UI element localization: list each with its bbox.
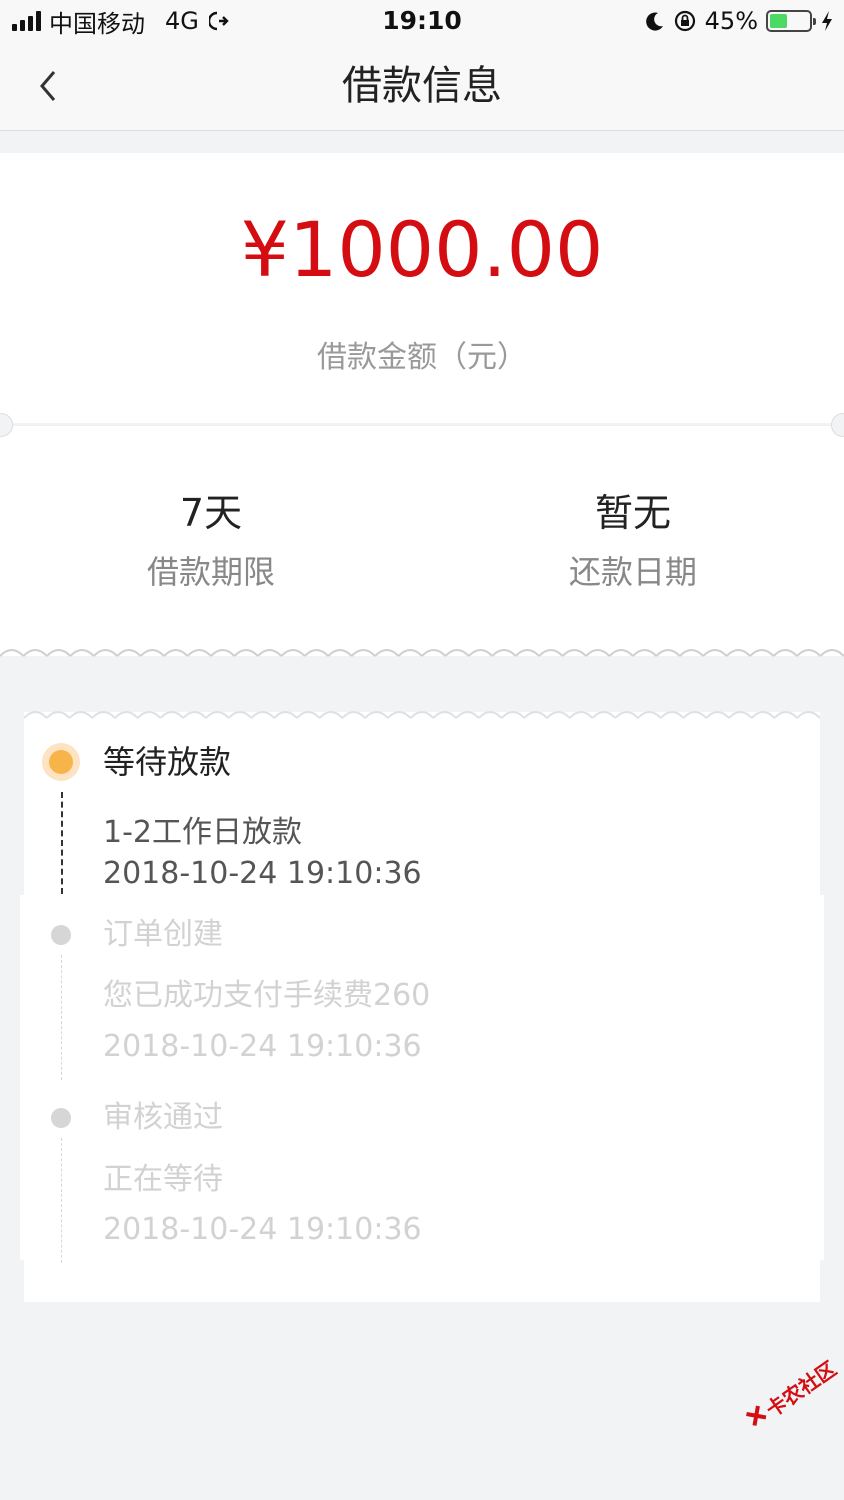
status-bar: 中国移动 4G 19:10 45% — [0, 0, 844, 44]
timeline-dot — [51, 1108, 71, 1128]
status-right: 45% — [645, 6, 834, 36]
timeline-step-title: 等待放款 — [103, 743, 232, 781]
watermark-text: 卡农社区 — [761, 1356, 841, 1422]
timeline-line — [61, 1138, 62, 1263]
timeline-step-desc: 您已成功支付手续费260 — [103, 978, 431, 1013]
moon-icon — [645, 12, 663, 31]
timeline-step-time: 2018-10-24 19:10:36 — [103, 856, 422, 891]
battery-icon — [766, 10, 816, 32]
battery-percent: 45% — [704, 7, 758, 35]
timeline-step-desc: 1-2工作日放款 — [103, 815, 302, 850]
watermark: 卡农社区 — [740, 1353, 844, 1460]
loan-term-label: 借款期限 — [146, 553, 275, 591]
repay-date-label: 还款日期 — [568, 553, 697, 591]
loan-term: 7天 借款期限 — [0, 488, 422, 596]
page-title: 借款信息 — [342, 63, 502, 109]
timeline-step-time: 2018-10-24 19:10:36 — [103, 1029, 422, 1064]
timeline-scalloped-edge — [24, 706, 820, 724]
repay-date-value: 暂无 — [594, 491, 671, 535]
loan-term-value: 7天 — [179, 491, 243, 535]
timeline-line — [61, 955, 62, 1080]
timeline-step-title: 审核通过 — [103, 1100, 223, 1135]
rotation-lock-icon — [674, 10, 695, 32]
timeline-dot — [51, 925, 71, 945]
timeline-step-desc: 正在等待 — [103, 1162, 223, 1197]
timeline-line — [61, 792, 63, 894]
repay-date: 暂无 还款日期 — [422, 488, 844, 596]
card-divider — [10, 425, 834, 426]
timeline-step-time: 2018-10-24 19:10:36 — [103, 1212, 422, 1247]
loan-amount: ¥1000.00 — [240, 205, 604, 294]
timeline-step-title: 订单创建 — [103, 917, 223, 952]
nav-bar: 借款信息 — [0, 44, 844, 131]
charging-icon — [822, 11, 832, 31]
loan-amount-label: 借款金额（元） — [317, 340, 527, 375]
timeline-dot-active — [42, 743, 80, 781]
scalloped-edge — [0, 648, 844, 672]
